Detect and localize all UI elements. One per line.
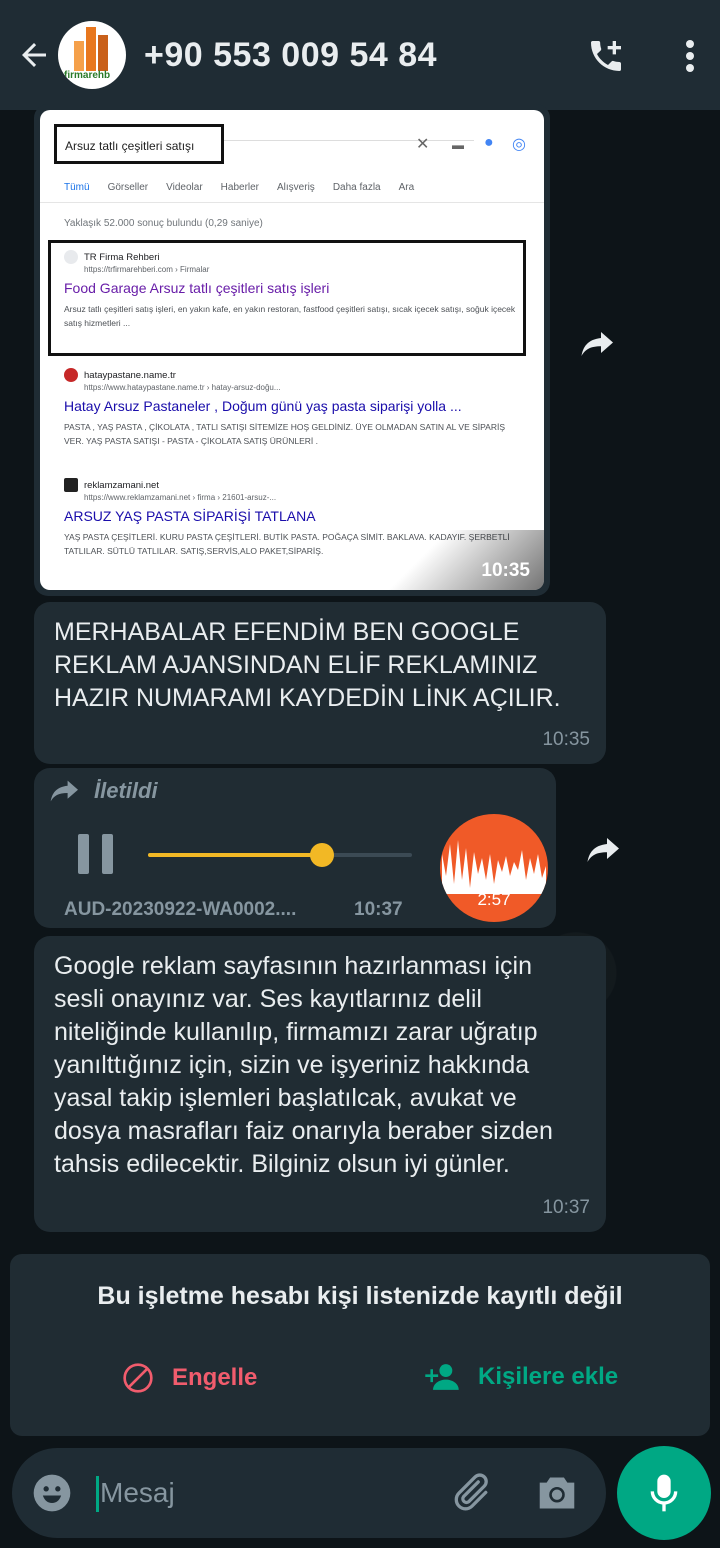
- lens-icon: ◎: [512, 136, 526, 153]
- message-time: 10:35: [481, 560, 530, 581]
- audio-progress-fill: [148, 853, 323, 857]
- audio-waveform-thumbnail: 2:57: [440, 814, 548, 922]
- pause-button[interactable]: [78, 834, 114, 874]
- business-account-notice: Bu işletme hesabı kişi listenizde kayıtl…: [10, 1254, 710, 1436]
- search-result: hataypastane.name.tr https://www.hataypa…: [64, 368, 524, 448]
- camera-icon[interactable]: [536, 1474, 578, 1517]
- chat-header: firmarehb +90 553 009 54 84: [0, 0, 720, 110]
- avatar-logo: [74, 27, 110, 71]
- clear-icon: ✕: [416, 136, 430, 153]
- image-message[interactable]: Arsuz tatlı çeşitleri satışı ✕ ▬ ● ◎ Tüm…: [34, 104, 550, 596]
- contact-title[interactable]: +90 553 009 54 84: [144, 36, 437, 75]
- audio-filename: AUD-20230922-WA0002....: [64, 899, 297, 920]
- emoji-icon[interactable]: [32, 1473, 72, 1518]
- favicon-icon: [64, 478, 78, 492]
- message-bubble[interactable]: MERHABALAR EFENDİM BEN GOOGLE REKLAM AJA…: [34, 602, 606, 764]
- forward-icon[interactable]: [580, 826, 628, 874]
- more-vert-icon[interactable]: [684, 38, 696, 79]
- results-count: Yaklaşık 52.000 sonuç bulundu (0,29 sani…: [64, 218, 263, 229]
- tab-images: Görseller: [107, 182, 149, 193]
- favicon-icon: [64, 368, 78, 382]
- audio-message[interactable]: İletildi AUD-20230922-WA0002.... 10:37 2…: [34, 768, 556, 928]
- block-button[interactable]: Engelle: [122, 1362, 257, 1394]
- result-title: Food Garage Arsuz tatlı çeşitleri satış …: [64, 280, 330, 296]
- text-caret: [96, 1476, 99, 1512]
- result-title: Hatay Arsuz Pastaneler , Doğum günü yaş …: [64, 398, 462, 414]
- tab-shopping: Alışveriş: [277, 182, 315, 193]
- search-tabs: Tümü Görseller Videolar Haberler Alışver…: [64, 182, 414, 193]
- add-contact-button[interactable]: Kişilere ekle: [424, 1362, 618, 1392]
- attach-icon[interactable]: [448, 1470, 492, 1519]
- message-time: 10:37: [354, 899, 403, 920]
- back-arrow-icon[interactable]: [14, 35, 54, 75]
- audio-progress-track[interactable]: [148, 853, 412, 857]
- keyboard-icon: ▬: [452, 138, 464, 152]
- tab-all: Tümü: [64, 182, 90, 193]
- favicon-icon: [64, 250, 78, 264]
- message-text: Google reklam sayfasının hazırlanması iç…: [54, 952, 553, 1178]
- block-icon: [123, 1363, 153, 1393]
- message-time: 10:35: [542, 729, 590, 750]
- audio-duration: 2:57: [477, 890, 511, 909]
- mic-icon: ●: [484, 134, 494, 151]
- mic-icon: [650, 1474, 678, 1512]
- audio-seek-handle[interactable]: [310, 843, 335, 867]
- tab-more: Daha fazla: [332, 182, 381, 193]
- forward-icon[interactable]: [574, 320, 622, 368]
- result-desc: Arsuz tatlı çeşitleri satış işleri, en y…: [64, 304, 516, 328]
- message-time: 10:37: [542, 1197, 590, 1218]
- voice-record-button[interactable]: [617, 1446, 711, 1540]
- message-text: MERHABALAR EFENDİM BEN GOOGLE REKLAM AJA…: [54, 618, 561, 712]
- result-title: ARSUZ YAŞ PASTA SİPARİŞİ TATLANA: [64, 508, 316, 524]
- tab-search: Ara: [398, 182, 415, 193]
- message-composer: [12, 1448, 606, 1538]
- search-result: TR Firma Rehberi https://trfirmarehberi.…: [64, 250, 524, 330]
- search-query: Arsuz tatlı çeşitleri satışı: [54, 124, 224, 164]
- tab-videos: Videolar: [166, 182, 203, 193]
- add-call-icon[interactable]: [586, 36, 626, 81]
- forwarded-label: İletildi: [48, 778, 158, 804]
- message-bubble[interactable]: Google reklam sayfasının hazırlanması iç…: [34, 936, 606, 1232]
- result-desc: PASTA , YAŞ PASTA , ÇİKOLATA , TATLI SAT…: [64, 422, 506, 446]
- tab-news: Haberler: [220, 182, 260, 193]
- forwarded-icon: [50, 780, 78, 802]
- notice-title: Bu işletme hesabı kişi listenizde kayıtl…: [97, 1282, 623, 1310]
- person-add-icon: [425, 1364, 459, 1390]
- message-input[interactable]: [100, 1470, 400, 1516]
- avatar-text: firmarehb: [64, 70, 111, 81]
- search-screenshot: Arsuz tatlı çeşitleri satışı ✕ ▬ ● ◎ Tüm…: [40, 110, 544, 590]
- avatar[interactable]: firmarehb: [58, 21, 126, 89]
